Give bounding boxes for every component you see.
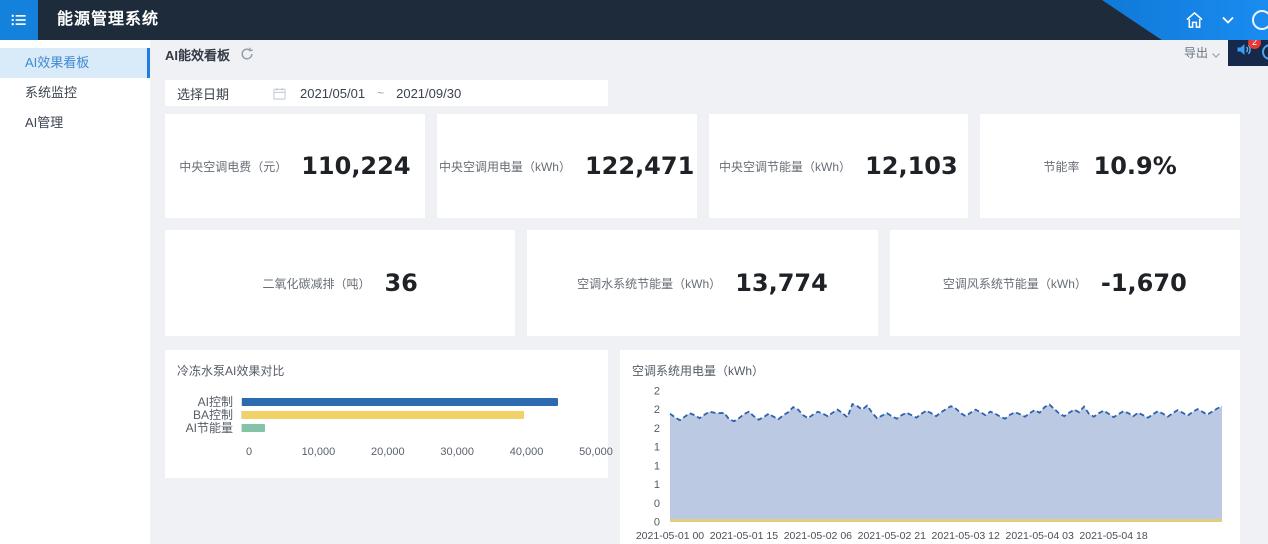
- y-axis-tick: 2: [654, 423, 660, 435]
- kpi-label: 中央空调电费（元）: [179, 158, 287, 175]
- area-chart: 222111002021-05-01 002021-05-01 152021-0…: [632, 383, 1228, 544]
- app-header: 能源管理系统: [0, 0, 1268, 40]
- kpi-card-saving-rate: 节能率 10.9%: [980, 114, 1240, 218]
- chevron-down-icon[interactable]: [1222, 16, 1234, 24]
- x-axis-tick: 2021-05-01 00: [636, 530, 704, 542]
- kpi-value: 36: [384, 269, 417, 297]
- y-axis-tick: 0: [654, 498, 660, 510]
- area-fill: [670, 404, 1222, 522]
- charts-row: 冷冻水泵AI效果对比 AI控制BA控制AI节能量 0 10,000 20,000 30…: [165, 350, 1240, 544]
- kpi-card-energy-saved: 中央空调节能量（kWh） 12,103: [709, 114, 969, 218]
- kpi-value: 110,224: [301, 152, 410, 180]
- app-title: 能源管理系统: [57, 0, 159, 40]
- date-separator: ~: [377, 86, 384, 100]
- speaker-icon[interactable]: 2: [1236, 42, 1252, 62]
- bar-chart-rows: AI控制BA控制AI节能量: [177, 395, 596, 434]
- main-content: AI能效看板 导出: [150, 40, 1268, 544]
- x-axis-tick: 2021-05-02 06: [784, 530, 852, 542]
- kpi-card-electricity-cost: 中央空调电费（元） 110,224: [165, 114, 425, 218]
- ac-system-usage-chart-card: 空调系统用电量（kWh） 222111002021-05-01 002021-0…: [620, 350, 1240, 544]
- content-header: AI能效看板 导出: [165, 40, 1240, 68]
- bar: [242, 398, 558, 406]
- kpi-value: 122,471: [585, 152, 694, 180]
- page-title: AI能效看板: [165, 45, 230, 64]
- sidebar: AI效果看板 系统监控 AI管理: [0, 40, 150, 544]
- start-date-value[interactable]: 2021/05/01: [300, 86, 365, 101]
- y-axis-tick: 2: [654, 404, 660, 416]
- bar-category-label: AI节能量: [177, 419, 241, 436]
- y-axis-tick: 1: [654, 460, 660, 472]
- kpi-label: 空调水系统节能量（kWh）: [577, 275, 721, 292]
- x-axis-tick: 2021-05-04 03: [1005, 530, 1073, 542]
- kpi-card-co2-reduction: 二氧化碳减排（吨） 36: [165, 230, 515, 336]
- y-axis-tick: 1: [654, 479, 660, 491]
- x-axis-tick: 2021-05-01 15: [710, 530, 778, 542]
- x-axis-tick: 2021-05-03 12: [932, 530, 1000, 542]
- kpi-value: -1,670: [1101, 269, 1187, 297]
- y-axis-tick: 1: [654, 442, 660, 454]
- kpi-card-water-system-saving: 空调水系统节能量（kWh） 13,774: [527, 230, 877, 336]
- area-chart-title: 空调系统用电量（kWh）: [620, 350, 1240, 379]
- bar-row: AI节能量: [177, 421, 596, 434]
- calendar-icon: [273, 87, 286, 100]
- end-date-value[interactable]: 2021/09/30: [396, 86, 461, 101]
- bar-track: [241, 424, 596, 432]
- date-filter-label: 选择日期: [177, 84, 229, 103]
- menu-toggle-button[interactable]: [0, 0, 38, 40]
- bar-axis-tick: 50,000: [579, 446, 613, 458]
- kpi-card-electricity-usage: 中央空调用电量（kWh） 122,471: [437, 114, 697, 218]
- sidebar-item-ai-management[interactable]: AI管理: [0, 108, 150, 138]
- kpi-label: 空调风系统节能量（kWh）: [943, 275, 1087, 292]
- menu-list-icon: [9, 10, 29, 30]
- notification-badge: 2: [1248, 40, 1261, 49]
- bar: [242, 424, 265, 432]
- sidebar-item-system-monitor[interactable]: 系统监控: [0, 78, 150, 108]
- chilled-water-pump-chart-card: 冷冻水泵AI效果对比 AI控制BA控制AI节能量 0 10,000 20,000 30…: [165, 350, 608, 478]
- export-button[interactable]: 导出: [1184, 44, 1208, 61]
- bar-track: [241, 398, 596, 406]
- header-right-panel: [1102, 0, 1268, 40]
- bar-chart-title: 冷冻水泵AI效果对比: [165, 350, 608, 379]
- bar-track: [241, 411, 596, 419]
- bar-chart: AI控制BA控制AI节能量 010,00020,00030,00040,0005…: [165, 395, 608, 462]
- bar-chart-axis: 010,00020,00030,00040,00050,000: [249, 446, 596, 462]
- sidebar-item-ai-dashboard[interactable]: AI效果看板: [0, 48, 150, 78]
- home-icon[interactable]: [1185, 11, 1204, 29]
- bar-axis-tick: 30,000: [440, 446, 474, 458]
- x-axis-tick: 2021-05-04 18: [1079, 530, 1147, 542]
- bar: [242, 411, 524, 419]
- kpi-row-1: 中央空调电费（元） 110,224 中央空调用电量（kWh） 122,471 中…: [165, 114, 1240, 218]
- notification-secondary-icon[interactable]: [1262, 44, 1268, 60]
- notification-box[interactable]: 2: [1228, 40, 1268, 66]
- kpi-value: 12,103: [865, 152, 958, 180]
- kpi-row-2: 二氧化碳减排（吨） 36 空调水系统节能量（kWh） 13,774 空调风系统节…: [165, 230, 1240, 336]
- kpi-label: 中央空调用电量（kWh）: [439, 158, 571, 175]
- bar-axis-tick: 10,000: [302, 446, 336, 458]
- bar-axis-tick: 0: [246, 446, 252, 458]
- y-axis-tick: 2: [654, 386, 660, 398]
- content-header-right: 导出 2: [1184, 40, 1268, 66]
- y-axis-tick: 0: [654, 517, 660, 529]
- kpi-value: 10.9%: [1094, 152, 1177, 180]
- kpi-value: 13,774: [735, 269, 828, 297]
- kpi-label: 二氧化碳减排（吨）: [262, 275, 370, 292]
- date-range-filter: 选择日期 2021/05/01 ~ 2021/09/30: [165, 80, 608, 106]
- app: 能源管理系统 AI效果看板 系统监控 AI管理: [0, 0, 1268, 544]
- bar-axis-tick: 20,000: [371, 446, 405, 458]
- refresh-icon[interactable]: [240, 47, 254, 61]
- x-axis-tick: 2021-05-02 21: [858, 530, 926, 542]
- bar-axis-tick: 40,000: [510, 446, 544, 458]
- user-circle-icon[interactable]: [1252, 10, 1268, 30]
- kpi-label: 中央空调节能量（kWh）: [719, 158, 851, 175]
- kpi-card-air-system-saving: 空调风系统节能量（kWh） -1,670: [890, 230, 1240, 336]
- kpi-label: 节能率: [1043, 158, 1079, 175]
- export-caret-icon: [1212, 45, 1220, 63]
